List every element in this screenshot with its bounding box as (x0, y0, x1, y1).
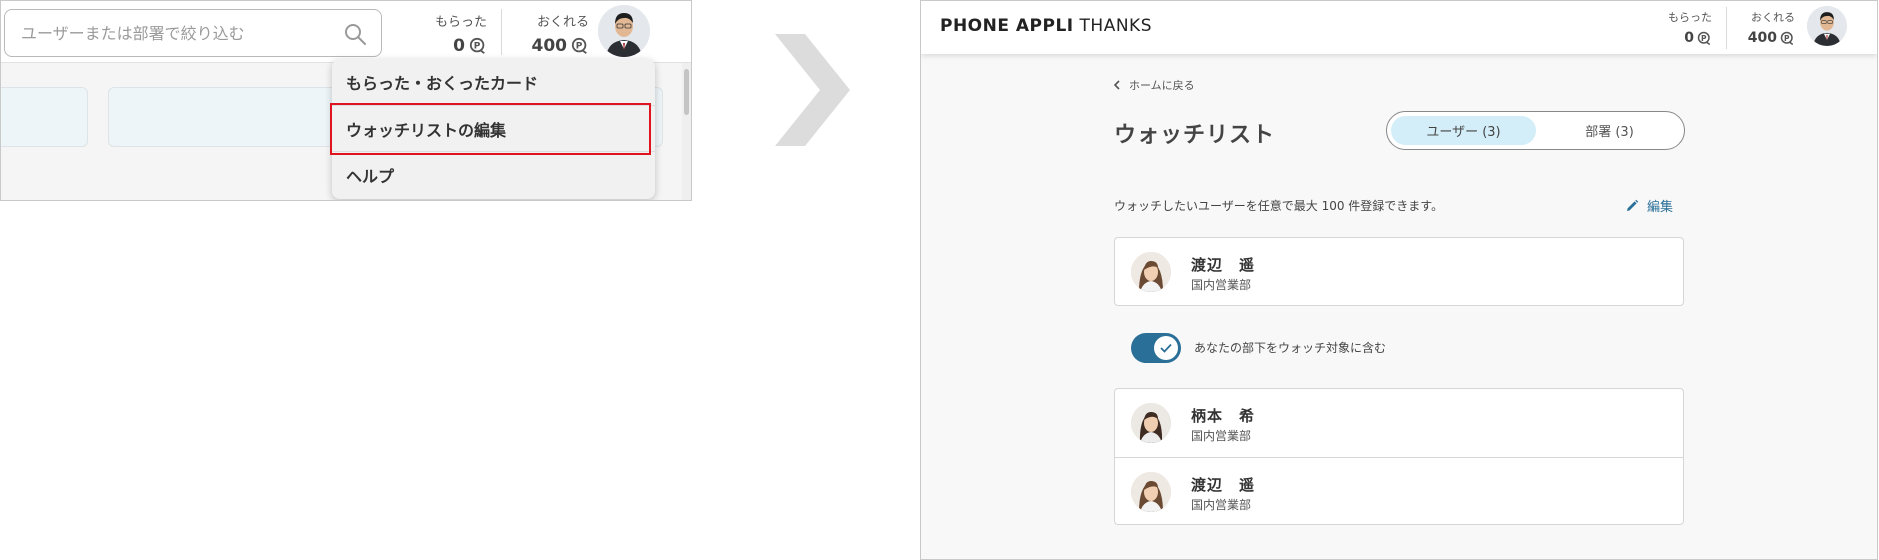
watchlist-description: ウォッチしたいユーザーを任意で最大 100 件登録できます。 (1114, 199, 1444, 213)
scrollbar-thumb[interactable] (684, 69, 689, 115)
user-department: 国内営業部 (1191, 498, 1252, 512)
right-screenshot-panel: PHONE APPLI THANKS もらった 0 P おくれる 400 P ホ… (920, 0, 1878, 560)
search-box[interactable] (4, 9, 382, 57)
sendable-points: おくれる 400 P (517, 11, 590, 56)
avatar-man-icon (1807, 6, 1847, 46)
received-label: もらった (1668, 11, 1712, 24)
subordinate-user-list: 柄本 希 国内営業部 渡辺 遥 国内営業部 (1114, 388, 1684, 525)
back-link-label: ホームに戻る (1129, 79, 1195, 92)
svg-text:P: P (576, 42, 583, 52)
highlight-box (330, 103, 651, 155)
svg-text:P: P (1701, 33, 1707, 42)
menu-item-help[interactable]: ヘルプ (332, 151, 655, 197)
search-icon[interactable] (343, 22, 367, 46)
thanks-point-icon: P (1780, 31, 1794, 45)
avatar-woman-icon (1131, 252, 1171, 292)
pencil-icon (1627, 199, 1639, 211)
brand-logo[interactable]: PHONE APPLI THANKS (940, 16, 1152, 36)
svg-text:P: P (1784, 33, 1790, 42)
avatar-man-icon (598, 5, 650, 57)
tab-users-label: ユーザー (3) (1426, 125, 1501, 140)
check-icon (1160, 343, 1172, 353)
sendable-label: おくれる (536, 15, 589, 30)
chevron-right-icon (775, 34, 850, 146)
header-divider (1726, 7, 1727, 49)
sendable-points: おくれる 400 P (1733, 9, 1795, 46)
watchlist-tabs: ユーザー (3) 部署 (3) (1386, 111, 1685, 150)
edit-label: 編集 (1647, 200, 1674, 215)
back-to-home-link[interactable]: ホームに戻る (1113, 77, 1195, 93)
toggle-knob (1154, 336, 1178, 360)
menu-item-label: ヘルプ (346, 166, 395, 186)
sendable-value: 400 (531, 36, 568, 56)
edit-button[interactable]: 編集 (1625, 196, 1673, 215)
user-name: 柄本 希 (1191, 407, 1256, 425)
received-points: もらった 0 P (421, 11, 487, 56)
avatar (1131, 252, 1171, 292)
avatar-woman-icon (1131, 472, 1171, 512)
app-header: PHONE APPLI THANKS もらった 0 P おくれる 400 P (921, 1, 1877, 54)
received-value: 0 (1684, 30, 1694, 46)
avatar-woman-icon (1131, 403, 1171, 443)
chevron-left-icon (1113, 80, 1120, 90)
tab-departments[interactable]: 部署 (3) (1539, 116, 1680, 145)
avatar (1131, 403, 1171, 443)
brand-product: THANKS (1079, 16, 1152, 36)
tab-users[interactable]: ユーザー (3) (1391, 116, 1536, 145)
received-value: 0 (453, 36, 465, 56)
brand-name: PHONE APPLI (940, 16, 1074, 36)
top-header: もらった 0 P おくれる 400 P (1, 1, 691, 63)
header-divider (501, 9, 502, 55)
thanks-point-icon: P (1697, 31, 1711, 45)
user-department: 国内営業部 (1191, 278, 1252, 292)
list-item[interactable]: 柄本 希 国内営業部 (1115, 389, 1683, 457)
svg-text:P: P (474, 42, 481, 52)
watchlist-user-list: 渡辺 遥 国内営業部 (1114, 237, 1684, 306)
tab-departments-label: 部署 (3) (1585, 125, 1634, 140)
received-points: もらった 0 P (1656, 9, 1712, 46)
include-subordinates-toggle[interactable] (1131, 333, 1181, 363)
user-name: 渡辺 遥 (1191, 476, 1256, 494)
page-title: ウォッチリスト (1114, 123, 1276, 148)
sendable-label: おくれる (1751, 11, 1795, 24)
user-avatar[interactable] (1807, 6, 1847, 46)
menu-item-label: もらった・おくったカード (346, 74, 539, 93)
user-name: 渡辺 遥 (1191, 256, 1256, 274)
left-screenshot-panel: もらった 0 P おくれる 400 P (0, 0, 692, 201)
thanks-point-icon: P (469, 37, 485, 54)
list-item[interactable]: 渡辺 遥 国内営業部 (1115, 238, 1683, 306)
sendable-value: 400 (1747, 30, 1777, 46)
thanks-point-icon: P (571, 37, 587, 54)
menu-item-cards[interactable]: もらった・おくったカード (332, 59, 655, 105)
scrollbar[interactable] (682, 63, 691, 200)
search-input[interactable] (19, 10, 339, 56)
list-item[interactable]: 渡辺 遥 国内営業部 (1115, 457, 1683, 525)
received-label: もらった (434, 15, 487, 30)
user-department: 国内営業部 (1191, 429, 1252, 443)
background-card (1, 87, 88, 147)
avatar (1131, 472, 1171, 512)
user-avatar[interactable] (598, 5, 650, 57)
toggle-label: あなたの部下をウォッチ対象に含む (1194, 341, 1387, 355)
